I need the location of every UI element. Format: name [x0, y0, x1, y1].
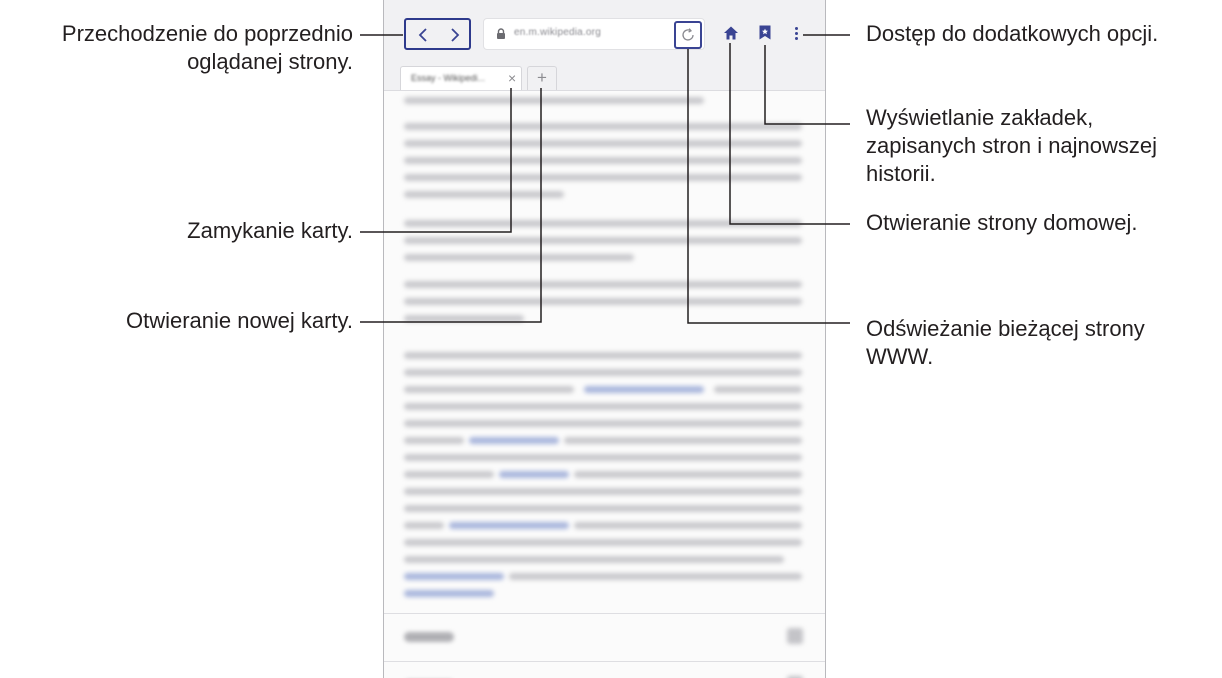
callout-line: oglądanej strony.	[187, 49, 353, 74]
callout-line: Przechodzenie do poprzednio	[61, 21, 353, 46]
callout-new-tab: Otwieranie nowej karty.	[125, 308, 353, 333]
callout-home: Otwieranie strony domowej.	[866, 210, 1138, 235]
leader-bookmarks	[764, 45, 850, 125]
callout-bookmarks: Wyświetlanie zakładek, zapisanych stron …	[866, 104, 1157, 188]
callout-more-options: Dostęp do dodatkowych opcji.	[866, 21, 1159, 46]
callout-back-forward: Przechodzenie do poprzednio oglądanej st…	[62, 20, 353, 76]
leader-home	[729, 43, 850, 225]
callout-line: WWW.	[866, 344, 934, 369]
leader-close-tab	[360, 88, 512, 233]
callout-refresh: Odświeżanie bieżącej strony WWW.	[866, 315, 1145, 371]
leader-new-tab	[360, 88, 542, 323]
callout-line: historii.	[866, 161, 936, 186]
leader-refresh	[687, 49, 850, 324]
callout-line: Odświeżanie bieżącej strony	[866, 316, 1145, 341]
callout-close-tab: Zamykanie karty.	[187, 218, 353, 243]
callout-line: zapisanych stron i najnowszej	[866, 133, 1158, 158]
callout-line: Wyświetlanie zakładek,	[866, 105, 1094, 130]
